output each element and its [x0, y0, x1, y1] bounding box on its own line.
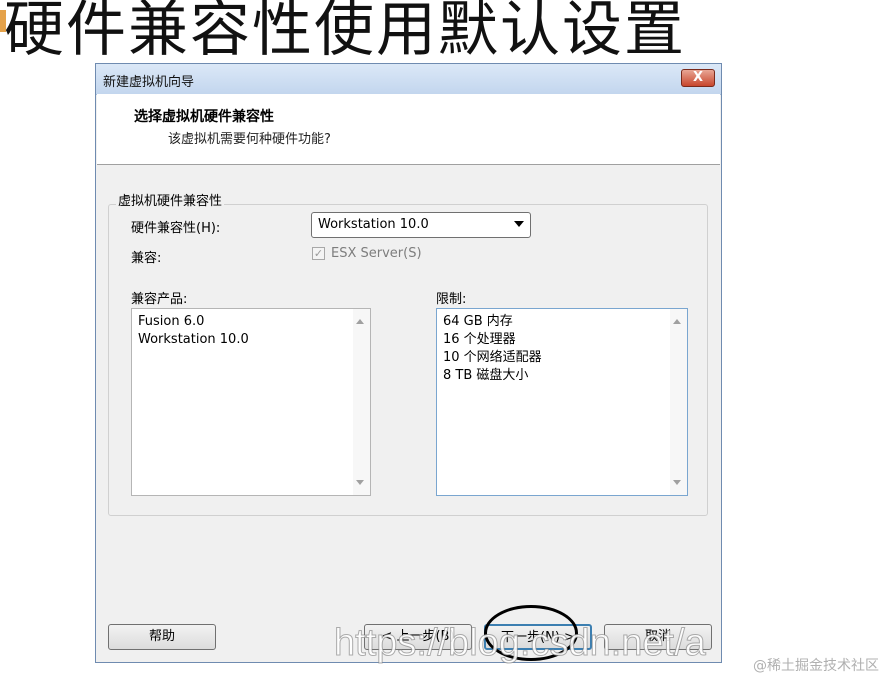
- list-item: 8 TB 磁盘大小: [443, 368, 529, 383]
- step-title: 选择虚拟机硬件兼容性: [134, 109, 274, 125]
- limits-label: 限制:: [436, 292, 467, 307]
- esx-server-checkbox[interactable]: ✓: [312, 247, 325, 260]
- products-list: Fusion 6.0 Workstation 10.0: [138, 313, 249, 349]
- list-item: Fusion 6.0: [138, 314, 205, 329]
- list-item: 64 GB 内存: [443, 314, 513, 329]
- products-listbox[interactable]: Fusion 6.0 Workstation 10.0: [131, 308, 371, 496]
- limits-list: 64 GB 内存 16 个处理器 10 个网络适配器 8 TB 磁盘大小: [443, 313, 542, 385]
- hw-compat-dropdown[interactable]: Workstation 10.0: [311, 212, 531, 238]
- esx-server-label: ESX Server(S): [331, 246, 422, 261]
- list-item: 16 个处理器: [443, 332, 516, 347]
- hw-compat-value: Workstation 10.0: [318, 217, 429, 232]
- watermark-brand: @稀土掘金技术社区: [753, 658, 879, 674]
- compat-label: 兼容:: [131, 251, 162, 266]
- limits-listbox[interactable]: 64 GB 内存 16 个处理器 10 个网络适配器 8 TB 磁盘大小: [436, 308, 688, 496]
- chevron-down-icon: [514, 221, 524, 227]
- scroll-down-icon[interactable]: [356, 480, 364, 485]
- list-item: Workstation 10.0: [138, 332, 249, 347]
- new-vm-wizard-dialog: 新建虚拟机向导 X 选择虚拟机硬件兼容性 该虚拟机需要何种硬件功能? 虚拟机硬件…: [95, 63, 722, 663]
- scroll-up-icon[interactable]: [356, 319, 364, 324]
- wizard-header: 选择虚拟机硬件兼容性 该虚拟机需要何种硬件功能?: [97, 94, 720, 165]
- close-button[interactable]: X: [681, 69, 715, 87]
- checkmark-icon: ✓: [313, 247, 324, 260]
- scrollbar[interactable]: [353, 309, 370, 495]
- hw-compat-label: 硬件兼容性(H):: [131, 221, 221, 236]
- dialog-title: 新建虚拟机向导: [103, 75, 195, 90]
- list-item: 10 个网络适配器: [443, 350, 542, 365]
- scrollbar[interactable]: [670, 309, 687, 495]
- group-label: 虚拟机硬件兼容性: [116, 190, 225, 209]
- products-label: 兼容产品:: [131, 292, 188, 307]
- step-subtitle: 该虚拟机需要何种硬件功能?: [168, 132, 331, 147]
- dialog-titlebar: 新建虚拟机向导 X: [96, 64, 721, 95]
- watermark-url: https://blog.csdn.net/a: [334, 622, 707, 665]
- close-icon: X: [692, 70, 704, 85]
- scroll-up-icon[interactable]: [673, 319, 681, 324]
- help-button[interactable]: 帮助: [108, 624, 216, 650]
- scroll-down-icon[interactable]: [673, 480, 681, 485]
- page-headline: 硬件兼容性使用默认设置: [4, 0, 686, 65]
